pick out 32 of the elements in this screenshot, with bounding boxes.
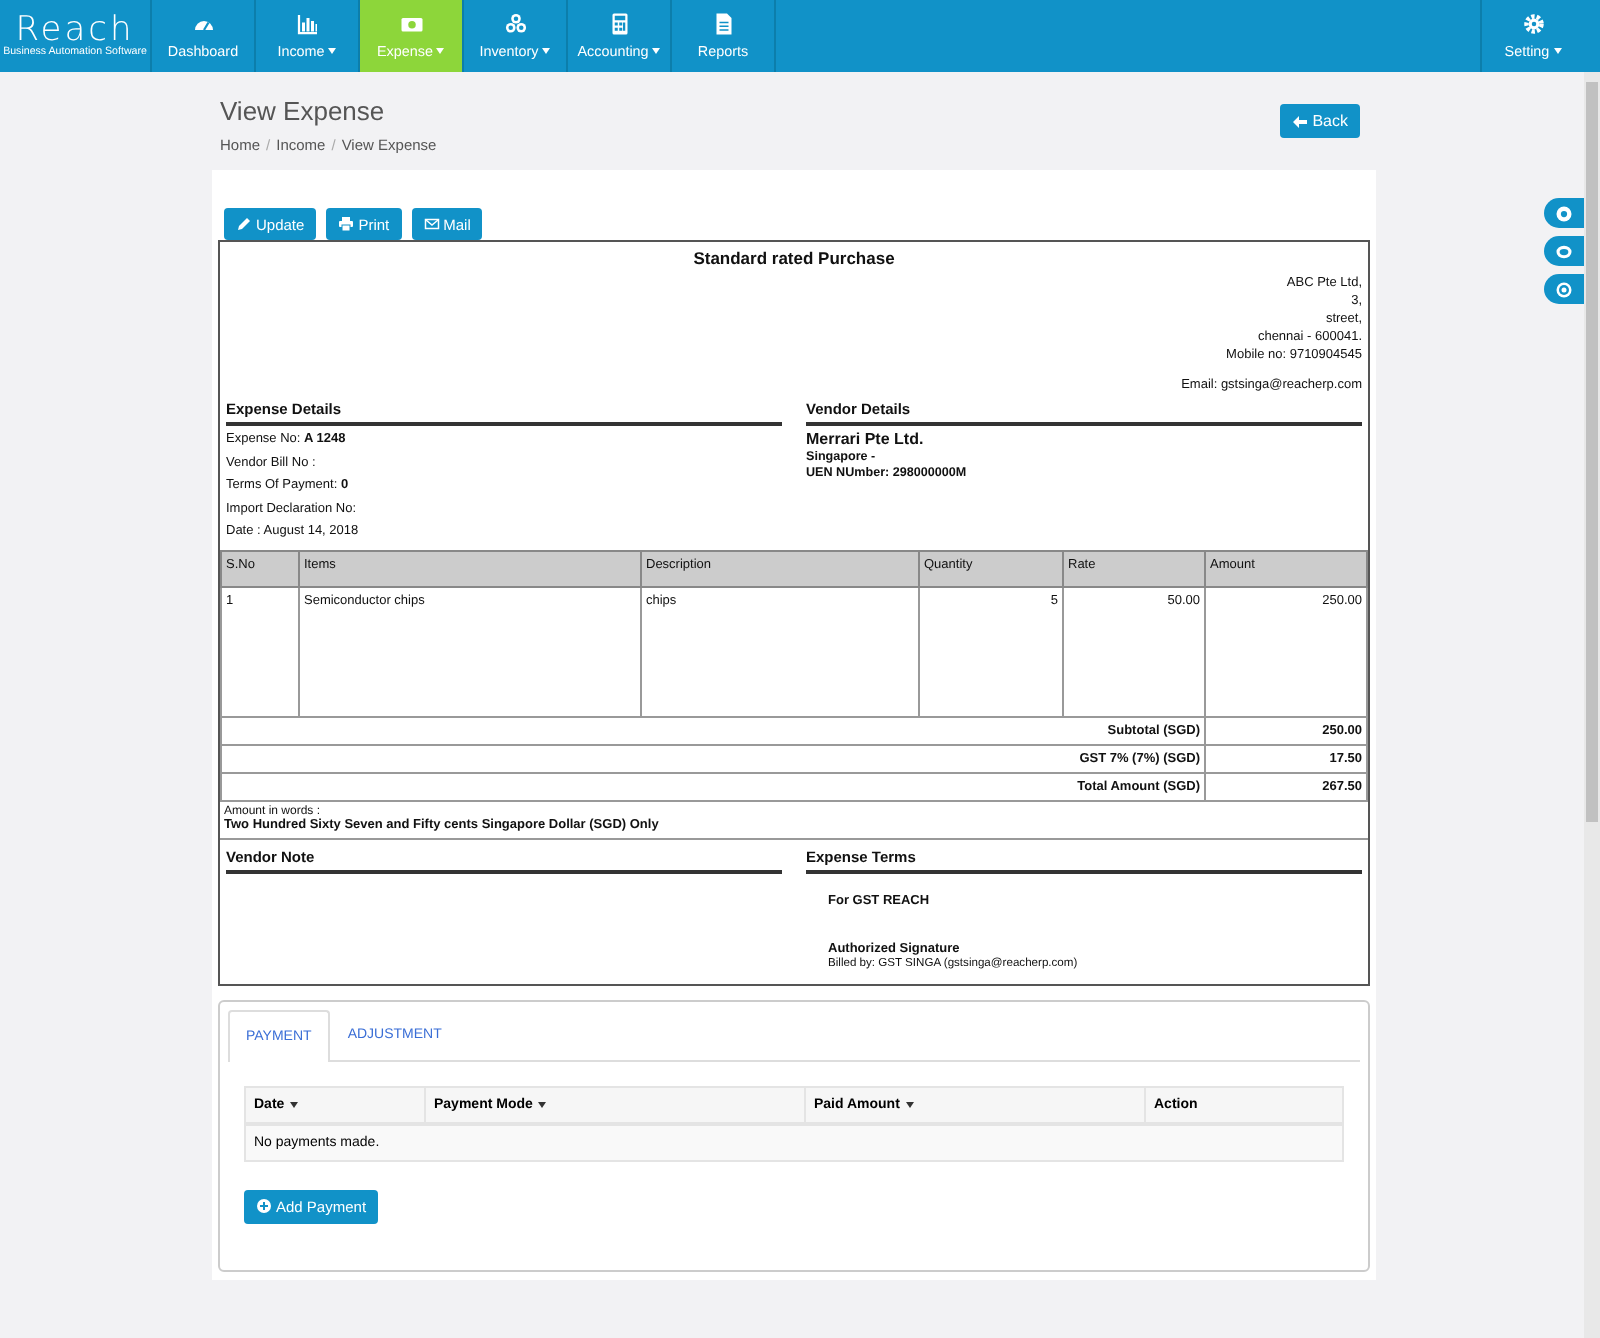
scrollbar-thumb[interactable] [1586,82,1598,822]
side-tool-button[interactable] [1544,198,1584,228]
sort-caret-icon [538,1101,547,1107]
plus-circle-icon [256,1198,272,1214]
vendor-name: Merrari Pte Ltd. [806,428,926,450]
side-tool-button[interactable] [1544,274,1584,304]
invoice-title: Standard rated Purchase [691,246,897,268]
pencil-icon [236,216,252,232]
ring-icon [1554,203,1574,223]
caret-icon [328,48,337,54]
sort-caret-icon [905,1101,914,1107]
settings-icon [1521,12,1545,36]
bar-chart-icon [295,12,319,36]
chat-bubble-icon [1554,241,1574,261]
cubes-icon [503,12,527,36]
caret-icon [1553,48,1562,54]
target-icon [1554,279,1574,299]
caret-icon [436,48,445,54]
calculator-icon [607,12,631,36]
sort-caret-icon [290,1101,299,1107]
back-button[interactable]: Back [1280,104,1360,138]
logo-text: Reach [15,15,135,45]
side-tool-button[interactable] [1544,236,1584,266]
printer-icon [338,216,355,232]
arrow-left-icon [1292,113,1309,129]
banknote-icon [399,12,423,36]
document-icon [711,12,735,36]
caret-icon [652,48,661,54]
scrollbar[interactable] [1584,72,1600,1338]
page-title: View Expense [220,96,387,126]
caret-icon [542,48,551,54]
envelope-icon [423,216,440,232]
